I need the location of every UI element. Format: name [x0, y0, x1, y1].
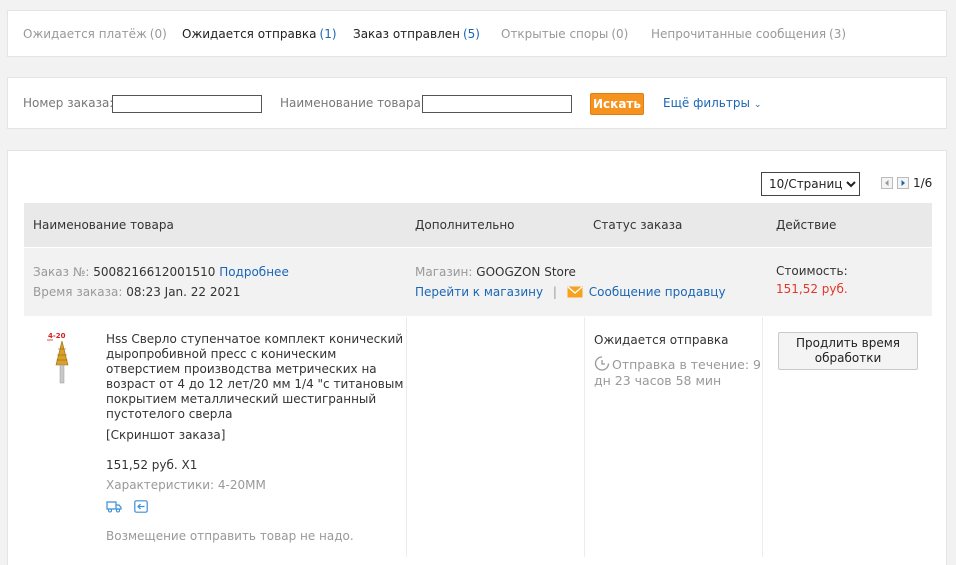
chevron-left-icon	[885, 180, 889, 186]
order-time-label: Время заказа:	[33, 285, 123, 299]
separator: |	[552, 285, 557, 299]
search-button[interactable]: Искать	[590, 93, 644, 115]
go-to-store-link[interactable]: Перейти к магазину	[415, 285, 543, 299]
header-order-status: Статус заказа	[593, 218, 683, 232]
refund-note: Возмещение отправить товар не надо.	[106, 529, 354, 543]
item-service-icons	[106, 500, 156, 516]
tab-count: (0)	[149, 27, 167, 41]
product-name-input[interactable]	[422, 95, 572, 113]
message-seller-link[interactable]: Сообщение продавцу	[567, 285, 726, 299]
order-cost: 151,52 руб.	[776, 282, 848, 296]
store-label: Магазин:	[415, 265, 473, 279]
next-page-button[interactable]	[897, 177, 909, 189]
order-screenshot-link[interactable]: [Скриншот заказа]	[106, 428, 225, 442]
chevron-right-icon	[901, 180, 905, 186]
chevron-down-icon: ⌄	[753, 100, 762, 110]
tab-count: (3)	[829, 27, 847, 41]
column-divider	[406, 317, 407, 557]
tab-awaiting-payment[interactable]: Ожидается платёж (0)	[23, 27, 167, 41]
order-status: Ожидается отправка	[594, 333, 729, 347]
product-name-label: Наименование товара:	[280, 96, 425, 110]
order-status-tabs: Ожидается платёж (0) Ожидается отправка (1…	[7, 10, 947, 57]
order-number-label: Номер заказа:	[23, 96, 114, 110]
tab-label: Открытые споры	[501, 27, 609, 41]
order-time-line: Время заказа: 08:23 Jan. 22 2021	[33, 285, 240, 299]
more-filters-label: Ещё фильтры	[663, 96, 750, 110]
tab-count: (1)	[319, 27, 337, 41]
prev-page-button[interactable]	[881, 177, 893, 189]
tab-count: (0)	[611, 27, 629, 41]
column-divider	[584, 317, 585, 557]
store-name: GOOGZON Store	[476, 265, 576, 279]
order-number-input[interactable]	[112, 95, 262, 113]
product-thumbnail[interactable]: 4-20	[44, 331, 80, 387]
delivery-truck-icon[interactable]	[106, 500, 122, 516]
order-number-label: Заказ №:	[33, 265, 90, 279]
tab-awaiting-shipment[interactable]: Ожидается отправка (1)	[182, 27, 337, 41]
step-drill-image: 4-20	[47, 332, 69, 384]
tab-unread-messages[interactable]: Непрочитанные сообщения (3)	[651, 27, 846, 41]
order-details-link[interactable]: Подробнее	[219, 265, 289, 279]
order-number: 5008216612001510	[93, 265, 216, 279]
order-number-line: Заказ №: 5008216612001510 Подробнее	[33, 265, 289, 279]
page-size-select[interactable]: 10/Страница	[761, 172, 860, 196]
page-indicator: 1/6	[913, 176, 933, 190]
tab-label: Непрочитанные сообщения	[651, 27, 827, 41]
tab-label: Заказ отправлен	[353, 27, 460, 41]
envelope-icon	[567, 286, 583, 298]
tab-open-disputes[interactable]: Открытые споры (0)	[501, 27, 628, 41]
column-divider	[762, 317, 763, 557]
tab-label: Ожидается отправка	[182, 27, 317, 41]
header-action: Действие	[776, 218, 837, 232]
shipping-countdown: Отправка в течение: 9 дн 23 часов 58 мин	[594, 357, 761, 388]
order-header: Заказ №: 5008216612001510 Подробнее Врем…	[24, 248, 932, 316]
thumb-label: 4-20	[48, 332, 66, 340]
item-characteristics: Характеристики: 4-20MM	[106, 478, 266, 492]
table-header: Наименование товара Дополнительно Статус…	[24, 203, 932, 247]
order-time: 08:23 Jan. 22 2021	[126, 285, 241, 299]
store-actions: Перейти к магазину | Сообщение продавцу	[415, 285, 726, 299]
product-title-link[interactable]: Hss Сверло ступенчатое комплект коническ…	[106, 332, 406, 422]
more-filters-link[interactable]: Ещё фильтры ⌄	[663, 96, 762, 110]
orders-panel: 10/Страница 1/6 Наименование товара Допо…	[7, 150, 947, 565]
search-bar: Номер заказа: Наименование товара: Искат…	[7, 77, 947, 129]
header-additional: Дополнительно	[415, 218, 515, 232]
tab-label: Ожидается платёж	[23, 27, 147, 41]
cost-label: Стоимость:	[776, 264, 848, 278]
tab-order-shipped[interactable]: Заказ отправлен (5)	[353, 27, 480, 41]
message-seller-label: Сообщение продавцу	[588, 285, 726, 299]
return-icon[interactable]	[134, 500, 148, 516]
item-price-quantity: 151,52 руб. X1	[106, 458, 198, 472]
order-item-row: 4-20 Hss Сверло ступенчатое комплект кон…	[24, 317, 932, 557]
store-line: Магазин: GOOGZON Store	[415, 265, 576, 279]
tab-count: (5)	[462, 27, 480, 41]
extend-processing-time-button[interactable]: Продлить время обработки	[778, 332, 918, 370]
header-product-name: Наименование товара	[33, 218, 174, 232]
